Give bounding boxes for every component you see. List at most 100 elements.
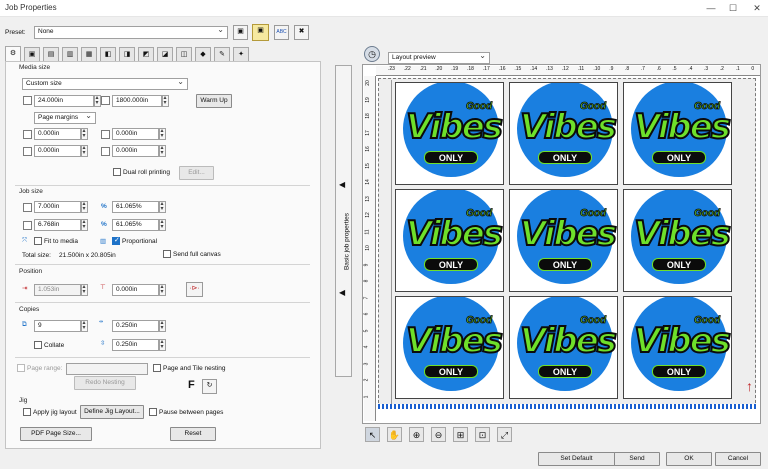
zoom-selection-icon[interactable]: ⊡ bbox=[475, 427, 490, 442]
copies-input[interactable]: 9 bbox=[34, 320, 81, 332]
tab-1[interactable]: ⚙ bbox=[5, 46, 21, 61]
send-full-canvas-checkbox[interactable] bbox=[163, 250, 171, 258]
margin-left-input[interactable]: 0.000in bbox=[34, 128, 81, 140]
center-position-icon[interactable]: ·⊳· bbox=[186, 282, 203, 297]
warm-up-button[interactable]: Warm Up bbox=[196, 94, 232, 108]
rotate-icon[interactable]: ↻ bbox=[202, 379, 217, 394]
scale-height-input[interactable]: 61.065% bbox=[112, 219, 159, 231]
job-copy-tile[interactable]: Vibes Good ONLY bbox=[623, 296, 732, 399]
page-and-tile-checkbox[interactable] bbox=[153, 364, 161, 372]
tab-4[interactable]: ▥ bbox=[62, 47, 78, 61]
job-copy-tile[interactable]: Vibes Good ONLY bbox=[395, 82, 504, 185]
tab-9[interactable]: ◪ bbox=[157, 47, 173, 61]
zoom-fit-icon[interactable]: ⊞ bbox=[453, 427, 468, 442]
tab-11[interactable]: ◆ bbox=[195, 47, 211, 61]
expand-arrow-icon[interactable]: ◀ bbox=[339, 288, 345, 297]
job-height-input[interactable]: 6.768in bbox=[34, 219, 81, 231]
position-y-spinner[interactable] bbox=[159, 283, 166, 296]
fit-to-media-checkbox[interactable] bbox=[34, 237, 42, 245]
margin-right-spinner[interactable] bbox=[159, 127, 166, 140]
pan-tool-icon[interactable]: ✋ bbox=[387, 427, 402, 442]
margin-right-input[interactable]: 0.000in bbox=[112, 128, 159, 140]
clock-icon[interactable]: ◷ bbox=[364, 46, 380, 62]
page-range-input[interactable] bbox=[66, 363, 148, 375]
zoom-in-icon[interactable]: ⊕ bbox=[409, 427, 424, 442]
margin-right-icon bbox=[101, 130, 110, 139]
page-margins-select[interactable]: Page margins bbox=[34, 112, 96, 124]
proportional-checkbox[interactable] bbox=[112, 236, 120, 245]
gap-horizontal-input[interactable]: 0.250in bbox=[112, 320, 159, 332]
media-width-input[interactable]: 24.000in bbox=[34, 95, 94, 107]
margin-bottom-input[interactable]: 0.000in bbox=[112, 145, 159, 157]
fit-to-window-icon[interactable]: ⤢ bbox=[497, 427, 512, 442]
close-button[interactable]: ✕ bbox=[750, 2, 764, 14]
tab-10[interactable]: ◫ bbox=[176, 47, 192, 61]
collapse-arrow-icon[interactable]: ◀ bbox=[339, 180, 345, 189]
dual-roll-checkbox[interactable] bbox=[113, 168, 121, 176]
pdf-page-size-button[interactable]: PDF Page Size... bbox=[20, 427, 92, 441]
gap-vertical-spinner[interactable] bbox=[159, 338, 166, 351]
job-copy-tile[interactable]: Vibes Good ONLY bbox=[395, 296, 504, 399]
margin-left-icon bbox=[23, 130, 32, 139]
define-jig-button[interactable]: Define Jig Layout... bbox=[80, 405, 144, 419]
ok-button[interactable]: OK bbox=[666, 452, 712, 466]
tab-7[interactable]: ◨ bbox=[119, 47, 135, 61]
job-height-spinner[interactable] bbox=[81, 218, 88, 231]
tab-6[interactable]: ◧ bbox=[100, 47, 116, 61]
tab-12[interactable]: ✎ bbox=[214, 47, 230, 61]
preset-select[interactable]: None bbox=[34, 26, 228, 39]
set-default-button[interactable]: Set Default bbox=[538, 452, 615, 466]
media-height-input[interactable]: 1800.000in bbox=[112, 95, 162, 107]
job-copy-tile[interactable]: Vibes Good ONLY bbox=[395, 189, 504, 292]
collate-checkbox[interactable] bbox=[34, 341, 42, 349]
preview-mode-select[interactable]: Layout preview bbox=[388, 52, 490, 64]
apply-jig-checkbox[interactable] bbox=[23, 408, 31, 416]
zoom-out-icon[interactable]: ⊖ bbox=[431, 427, 446, 442]
scale-width-spinner[interactable] bbox=[159, 200, 166, 213]
pause-between-pages-checkbox[interactable] bbox=[149, 408, 157, 416]
scale-height-spinner[interactable] bbox=[159, 218, 166, 231]
scale-width-input[interactable]: 61.065% bbox=[112, 201, 159, 213]
page-range-checkbox[interactable] bbox=[17, 364, 25, 372]
job-width-spinner[interactable] bbox=[81, 200, 88, 213]
job-copy-tile[interactable]: Vibes Good ONLY bbox=[509, 296, 618, 399]
edit-button[interactable]: Edit... bbox=[179, 166, 214, 180]
gap-vertical-input[interactable]: 0.250in bbox=[112, 339, 159, 351]
tab-3[interactable]: ▤ bbox=[43, 47, 59, 61]
reset-button[interactable]: Reset bbox=[170, 427, 216, 441]
gap-horizontal-spinner[interactable] bbox=[159, 319, 166, 332]
abc-icon[interactable]: ABC bbox=[274, 25, 289, 40]
only-banner: ONLY bbox=[538, 151, 592, 164]
tab-2[interactable]: ▣ bbox=[24, 47, 40, 61]
job-width-input[interactable]: 7.000in bbox=[34, 201, 81, 213]
cancel-button[interactable]: Cancel bbox=[715, 452, 761, 466]
job-copy-tile[interactable]: Vibes Good ONLY bbox=[623, 189, 732, 292]
margin-top-spinner[interactable] bbox=[81, 144, 88, 157]
job-copy-tile[interactable]: Vibes Good ONLY bbox=[509, 82, 618, 185]
tab-5[interactable]: ▦ bbox=[81, 47, 97, 61]
delete-preset-icon[interactable]: ✖ bbox=[294, 25, 309, 40]
tab-13[interactable]: ✦ bbox=[233, 47, 249, 61]
redo-nesting-button[interactable]: Redo Nesting bbox=[74, 376, 136, 390]
send-button[interactable]: Send bbox=[614, 452, 660, 466]
position-x-spinner[interactable] bbox=[81, 283, 88, 296]
pointer-tool-icon[interactable]: ↖ bbox=[365, 427, 380, 442]
position-x-input[interactable]: 1.053in bbox=[34, 284, 81, 296]
ruler-tick-label: .10 bbox=[593, 66, 601, 72]
margin-left-spinner[interactable] bbox=[81, 127, 88, 140]
media-size-select[interactable]: Custom size bbox=[22, 78, 188, 90]
job-copy-tile[interactable]: Vibes Good ONLY bbox=[509, 189, 618, 292]
save-as-icon[interactable]: ▣ bbox=[252, 24, 269, 41]
margin-bottom-spinner[interactable] bbox=[159, 144, 166, 157]
page-and-tile-label: Page and Tile nesting bbox=[163, 365, 226, 372]
tab-8[interactable]: ◩ bbox=[138, 47, 154, 61]
media-width-spinner[interactable] bbox=[94, 94, 101, 107]
margin-top-input[interactable]: 0.000in bbox=[34, 145, 81, 157]
position-y-input[interactable]: 0.000in bbox=[112, 284, 159, 296]
job-copy-tile[interactable]: Vibes Good ONLY bbox=[623, 82, 732, 185]
copies-spinner[interactable] bbox=[81, 319, 88, 332]
maximize-button[interactable]: ☐ bbox=[726, 2, 740, 14]
media-height-spinner[interactable] bbox=[162, 94, 169, 107]
save-icon[interactable]: ▣ bbox=[233, 25, 248, 40]
minimize-button[interactable]: — bbox=[704, 2, 718, 14]
